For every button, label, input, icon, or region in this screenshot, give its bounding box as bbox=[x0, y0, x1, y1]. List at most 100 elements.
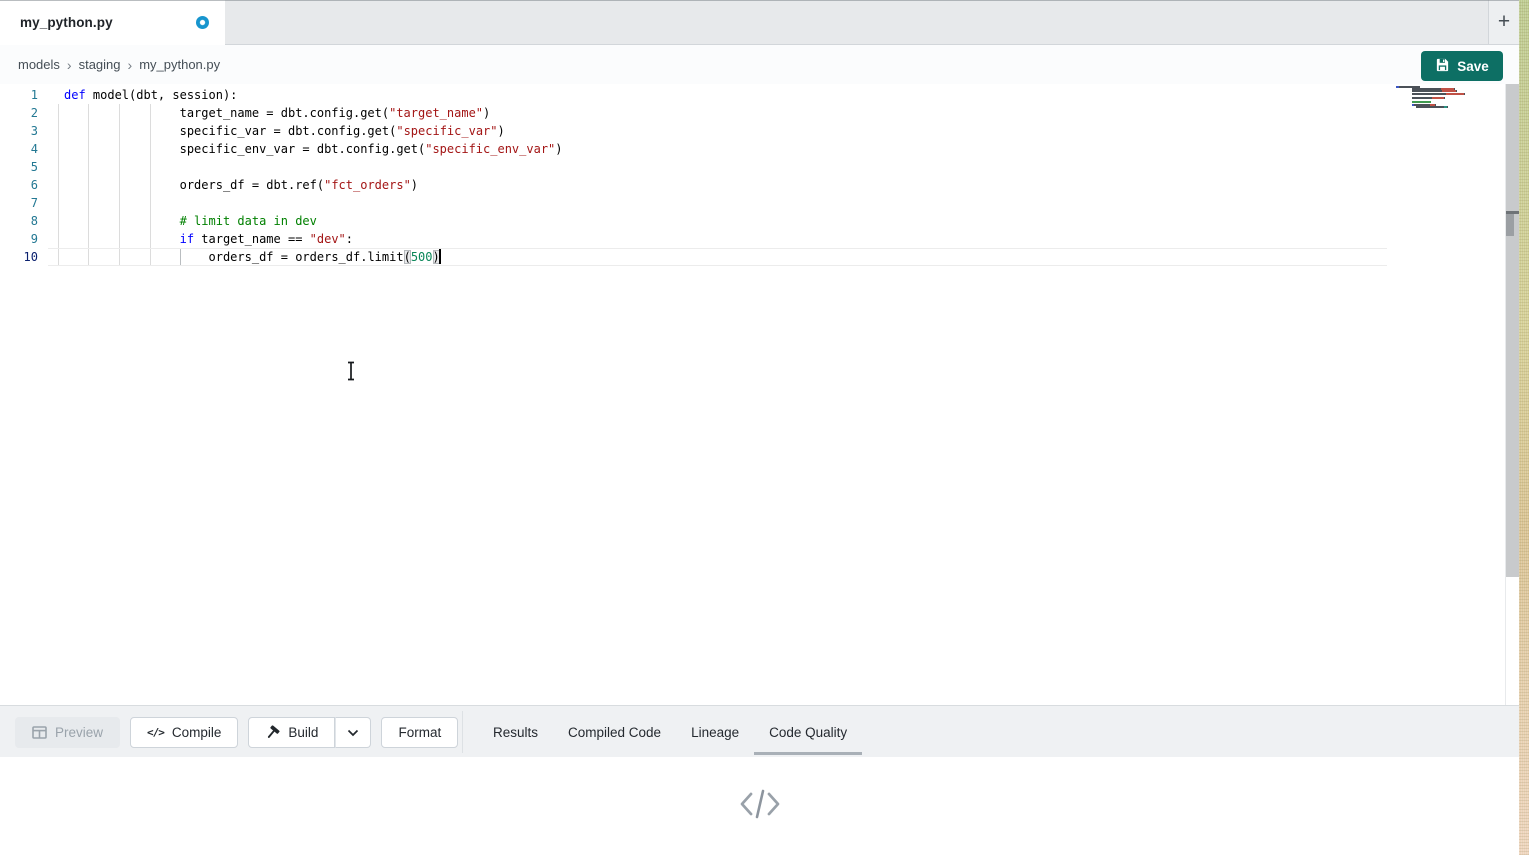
code-brackets-icon: </> bbox=[147, 726, 164, 739]
breadcrumb-item-models: models bbox=[18, 57, 60, 72]
code-token: target_name == bbox=[194, 232, 310, 246]
code-token: ) bbox=[411, 178, 418, 192]
line-number[interactable]: 9 bbox=[0, 230, 38, 248]
tab-strip-background bbox=[0, 0, 1519, 45]
code-token: def bbox=[64, 88, 86, 102]
code-token: # limit data in dev bbox=[180, 214, 317, 228]
code-token: ( bbox=[404, 250, 411, 264]
code-token: 500 bbox=[411, 250, 433, 264]
breadcrumb-item-file: my_python.py bbox=[139, 57, 220, 72]
file-header-bar: models › staging › my_python.py Save bbox=[0, 45, 1519, 84]
breadcrumb-separator: › bbox=[128, 57, 133, 73]
code-token bbox=[64, 106, 180, 120]
line-number[interactable]: 2 bbox=[0, 104, 38, 122]
code-token: orders_df = dbt.ref( bbox=[180, 178, 325, 192]
plus-icon: + bbox=[1498, 10, 1510, 34]
result-panel-empty-state bbox=[0, 757, 1519, 855]
code-token: specific_var = dbt.config.get( bbox=[180, 124, 397, 138]
code-token: "specific_var" bbox=[396, 124, 497, 138]
bottom-toolbar: Preview </> Compile Bui bbox=[0, 705, 1519, 757]
breadcrumb-separator: › bbox=[67, 57, 72, 73]
code-slash-icon bbox=[739, 789, 781, 824]
code-token bbox=[64, 250, 209, 264]
line-number[interactable]: 10 bbox=[0, 248, 38, 266]
ide-window: my_python.py + models › staging › my_pyt… bbox=[0, 0, 1529, 855]
line-number[interactable]: 5 bbox=[0, 158, 38, 176]
result-panel-tabs: ResultsCompiled CodeLineageCode Quality bbox=[478, 713, 862, 755]
code-line[interactable]: orders_df = orders_df.limit(500) bbox=[48, 248, 1387, 266]
code-token: model(dbt, session): bbox=[86, 88, 238, 102]
panel-tab-compiled-code[interactable]: Compiled Code bbox=[553, 713, 676, 755]
mouse-ibeam-cursor bbox=[346, 361, 356, 381]
minimap-row bbox=[1396, 106, 1491, 108]
build-label: Build bbox=[288, 725, 318, 740]
panel-tab-code-quality[interactable]: Code Quality bbox=[754, 713, 862, 755]
chevron-down-icon bbox=[347, 729, 359, 737]
code-line[interactable]: specific_var = dbt.config.get("specific_… bbox=[48, 122, 1387, 140]
format-label: Format bbox=[398, 725, 441, 740]
build-options-button[interactable] bbox=[335, 717, 371, 748]
code-token: ) bbox=[483, 106, 490, 120]
unsaved-changes-dot-icon[interactable] bbox=[196, 16, 209, 29]
minimap-segment bbox=[1396, 93, 1412, 95]
code-token: orders_df = orders_df.limit bbox=[209, 250, 404, 264]
minimap[interactable] bbox=[1396, 86, 1491, 108]
minimap-segment bbox=[1412, 93, 1446, 95]
code-line[interactable]: specific_env_var = dbt.config.get("speci… bbox=[48, 140, 1387, 158]
code-token: target_name = dbt.config.get( bbox=[180, 106, 390, 120]
code-line[interactable]: def model(dbt, session): bbox=[48, 86, 1387, 104]
compile-button[interactable]: </> Compile bbox=[130, 717, 238, 748]
code-line[interactable]: orders_df = dbt.ref("fct_orders") bbox=[48, 176, 1387, 194]
action-buttons: Preview </> Compile Bui bbox=[15, 717, 458, 748]
code-token bbox=[64, 214, 180, 228]
preview-button[interactable]: Preview bbox=[15, 717, 120, 748]
code-editor[interactable]: 12345678910 def model(dbt, session): tar… bbox=[0, 84, 1519, 705]
minimap-segment bbox=[1432, 97, 1444, 99]
build-button[interactable]: Build bbox=[248, 717, 335, 748]
code-token: "dev" bbox=[310, 232, 346, 246]
minimap-segment bbox=[1412, 97, 1432, 99]
line-number[interactable]: 7 bbox=[0, 194, 38, 212]
preview-label: Preview bbox=[55, 725, 103, 740]
breadcrumb: models › staging › my_python.py bbox=[18, 45, 220, 84]
hammer-icon bbox=[265, 725, 280, 740]
code-line[interactable] bbox=[48, 158, 1387, 176]
minimap-segment bbox=[1444, 97, 1445, 99]
table-grid-icon bbox=[32, 726, 47, 739]
minimap-segment bbox=[1396, 97, 1412, 99]
code-token: : bbox=[346, 232, 353, 246]
save-label: Save bbox=[1457, 59, 1489, 74]
tab-my-python-py[interactable]: my_python.py bbox=[0, 0, 225, 45]
line-number[interactable]: 3 bbox=[0, 122, 38, 140]
new-tab-button[interactable]: + bbox=[1488, 0, 1519, 44]
line-number-gutter: 12345678910 bbox=[0, 86, 38, 266]
code-content[interactable]: def model(dbt, session): target_name = d… bbox=[48, 86, 1387, 266]
scrollbar-thumb[interactable] bbox=[1506, 214, 1514, 236]
scrollbar-track[interactable] bbox=[1506, 84, 1519, 577]
panel-tab-lineage[interactable]: Lineage bbox=[676, 713, 754, 755]
code-line[interactable]: if target_name == "dev": bbox=[48, 230, 1387, 248]
minimap-segment bbox=[1416, 106, 1443, 108]
build-split-button: Build bbox=[248, 717, 371, 748]
panel-tab-results[interactable]: Results bbox=[478, 713, 553, 755]
line-number[interactable]: 4 bbox=[0, 140, 38, 158]
minimap-segment bbox=[1447, 106, 1448, 108]
line-number[interactable]: 6 bbox=[0, 176, 38, 194]
format-button[interactable]: Format bbox=[381, 717, 458, 748]
minimap-segment bbox=[1396, 106, 1416, 108]
code-token: "specific_env_var" bbox=[425, 142, 555, 156]
tab-label: my_python.py bbox=[20, 15, 113, 30]
save-button[interactable]: Save bbox=[1421, 51, 1503, 81]
code-token: ) bbox=[498, 124, 505, 138]
breadcrumb-item-staging: staging bbox=[79, 57, 121, 72]
line-number[interactable]: 1 bbox=[0, 86, 38, 104]
code-token: "target_name" bbox=[389, 106, 483, 120]
code-line[interactable] bbox=[48, 194, 1387, 212]
line-number[interactable]: 8 bbox=[0, 212, 38, 230]
code-token: "fct_orders" bbox=[324, 178, 411, 192]
code-token: if bbox=[180, 232, 194, 246]
minimap-segment bbox=[1446, 93, 1464, 95]
desktop-texture-strip bbox=[1519, 0, 1529, 855]
code-line[interactable]: # limit data in dev bbox=[48, 212, 1387, 230]
code-line[interactable]: target_name = dbt.config.get("target_nam… bbox=[48, 104, 1387, 122]
